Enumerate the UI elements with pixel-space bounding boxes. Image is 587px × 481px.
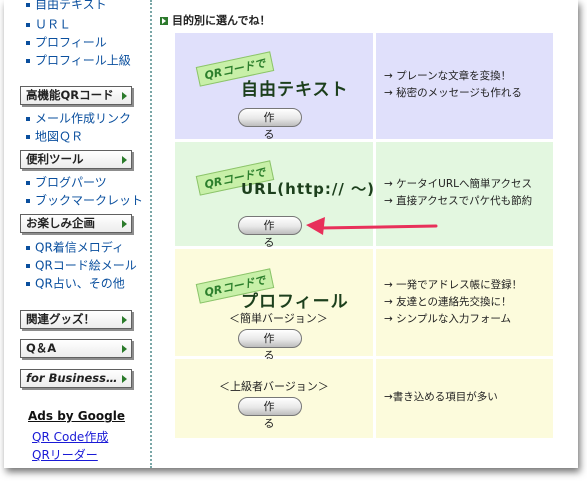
row-profile-advanced-desc: →書き込める項目が多い xyxy=(376,359,553,438)
heading-bullet-icon xyxy=(160,17,168,25)
sidebar-divider xyxy=(150,0,152,468)
make-button-free-text[interactable]: 作 る xyxy=(238,108,302,141)
sidebar-link-profile-advanced[interactable]: プロフィール上級 xyxy=(26,53,131,68)
category-tools[interactable]: 便利ツール xyxy=(20,150,132,169)
sidebar-link-url[interactable]: ＵＲＬ xyxy=(26,17,71,32)
desc-line: → ケータイURLへ簡単アクセス xyxy=(384,178,532,190)
bullet-icon xyxy=(26,22,30,27)
desc-line: → 秘密のメッセージも作れる xyxy=(384,87,522,99)
sidebar-link-mail[interactable]: メール作成リンク xyxy=(26,111,131,126)
desc-line: → シンプルな入力フォーム xyxy=(384,313,512,325)
ad-link-qr-reader[interactable]: QRリーダー xyxy=(32,446,98,463)
row-url-cell: QRコードで URL(http:// 〜) 作 る xyxy=(175,142,375,249)
desc-line: → 直接アクセスでパケ代も節約 xyxy=(384,195,533,207)
category-qa[interactable]: Q＆A xyxy=(20,339,132,358)
option-subtitle: ＜上級者バージョン＞ xyxy=(219,380,329,393)
sidebar-link-picture-mail[interactable]: QRコード絵メール xyxy=(26,258,137,273)
sidebar: 自由テキスト ＵＲＬ プロフィール プロフィール上級 高機能QRコード メール作… xyxy=(4,0,146,468)
ads-title: Ads by Google xyxy=(28,409,125,423)
sidebar-link-bookmarklet[interactable]: ブックマークレット xyxy=(26,193,143,208)
option-title: プロフィール xyxy=(241,292,349,312)
bullet-icon xyxy=(26,58,30,63)
option-subtitle: ＜簡単バージョン＞ xyxy=(229,312,328,325)
sidebar-link-map[interactable]: 地図ＱＲ xyxy=(26,129,83,144)
desc-line: →書き込める項目が多い xyxy=(384,391,498,403)
arrow-right-icon xyxy=(122,345,127,353)
row-profile-advanced-cell: ＜上級者バージョン＞ 作 る xyxy=(175,359,373,438)
desc-line: → プレーンな文章を変換！ xyxy=(384,70,512,82)
option-title: URL(http:// 〜) xyxy=(241,180,375,198)
option-title: 自由テキスト xyxy=(241,80,349,100)
make-button-profile-advanced[interactable]: 作 る xyxy=(238,397,302,430)
category-fun[interactable]: お楽しみ企画 xyxy=(20,214,132,233)
bullet-icon xyxy=(26,180,30,185)
row-free-text-desc: → プレーンな文章を変換！ → 秘密のメッセージも作れる xyxy=(376,33,553,139)
category-business[interactable]: for Business… xyxy=(20,369,132,388)
arrow-right-icon xyxy=(122,220,127,228)
category-goods[interactable]: 関連グッズ！ xyxy=(20,310,132,329)
row-profile-desc: → 一発でアドレス帳に登録！ → 友達との連絡先交換に！ → シンプルな入力フォ… xyxy=(376,249,553,356)
bullet-icon xyxy=(26,198,30,203)
sidebar-link-melody[interactable]: QR着信メロディ xyxy=(26,240,124,255)
section-heading: 目的別に選んでね！ xyxy=(160,12,270,28)
make-button-url[interactable]: 作 る xyxy=(238,216,302,249)
sidebar-link-fortune[interactable]: QR占い、その他 xyxy=(26,276,125,291)
sidebar-link-profile[interactable]: プロフィール xyxy=(26,35,107,50)
arrow-right-icon xyxy=(122,316,127,324)
bullet-icon xyxy=(26,263,30,268)
bullet-icon xyxy=(26,281,30,286)
bullet-icon xyxy=(26,116,30,121)
desc-line: → 一発でアドレス帳に登録！ xyxy=(384,279,523,291)
generator-table: QRコードで 自由テキスト 作 る → プレーンな文章を変換！ → 秘密のメッセ… xyxy=(175,33,553,438)
category-advanced-qr[interactable]: 高機能QRコード xyxy=(20,86,132,105)
sidebar-link-free-text[interactable]: 自由テキスト xyxy=(26,0,107,12)
page-frame: 自由テキスト ＵＲＬ プロフィール プロフィール上級 高機能QRコード メール作… xyxy=(4,0,578,468)
sidebar-link-blog-parts[interactable]: ブログパーツ xyxy=(26,175,107,190)
row-profile-cell: QRコードで プロフィール ＜簡単バージョン＞ 作 る xyxy=(175,249,373,362)
ad-link-qr-code[interactable]: QR Code作成 xyxy=(32,428,108,445)
bullet-icon xyxy=(26,134,30,139)
arrow-right-icon xyxy=(122,156,127,164)
bullet-icon xyxy=(26,40,30,45)
bullet-icon xyxy=(26,2,30,7)
row-url-desc: → ケータイURLへ簡単アクセス → 直接アクセスでパケ代も節約 xyxy=(376,142,553,246)
row-free-text-cell: QRコードで 自由テキスト 作 る xyxy=(175,33,373,141)
arrow-right-icon xyxy=(122,375,127,383)
make-button-profile[interactable]: 作 る xyxy=(238,329,302,362)
arrow-right-icon xyxy=(122,92,127,100)
desc-line: → 友達との連絡先交換に！ xyxy=(384,296,512,308)
bullet-icon xyxy=(26,245,30,250)
